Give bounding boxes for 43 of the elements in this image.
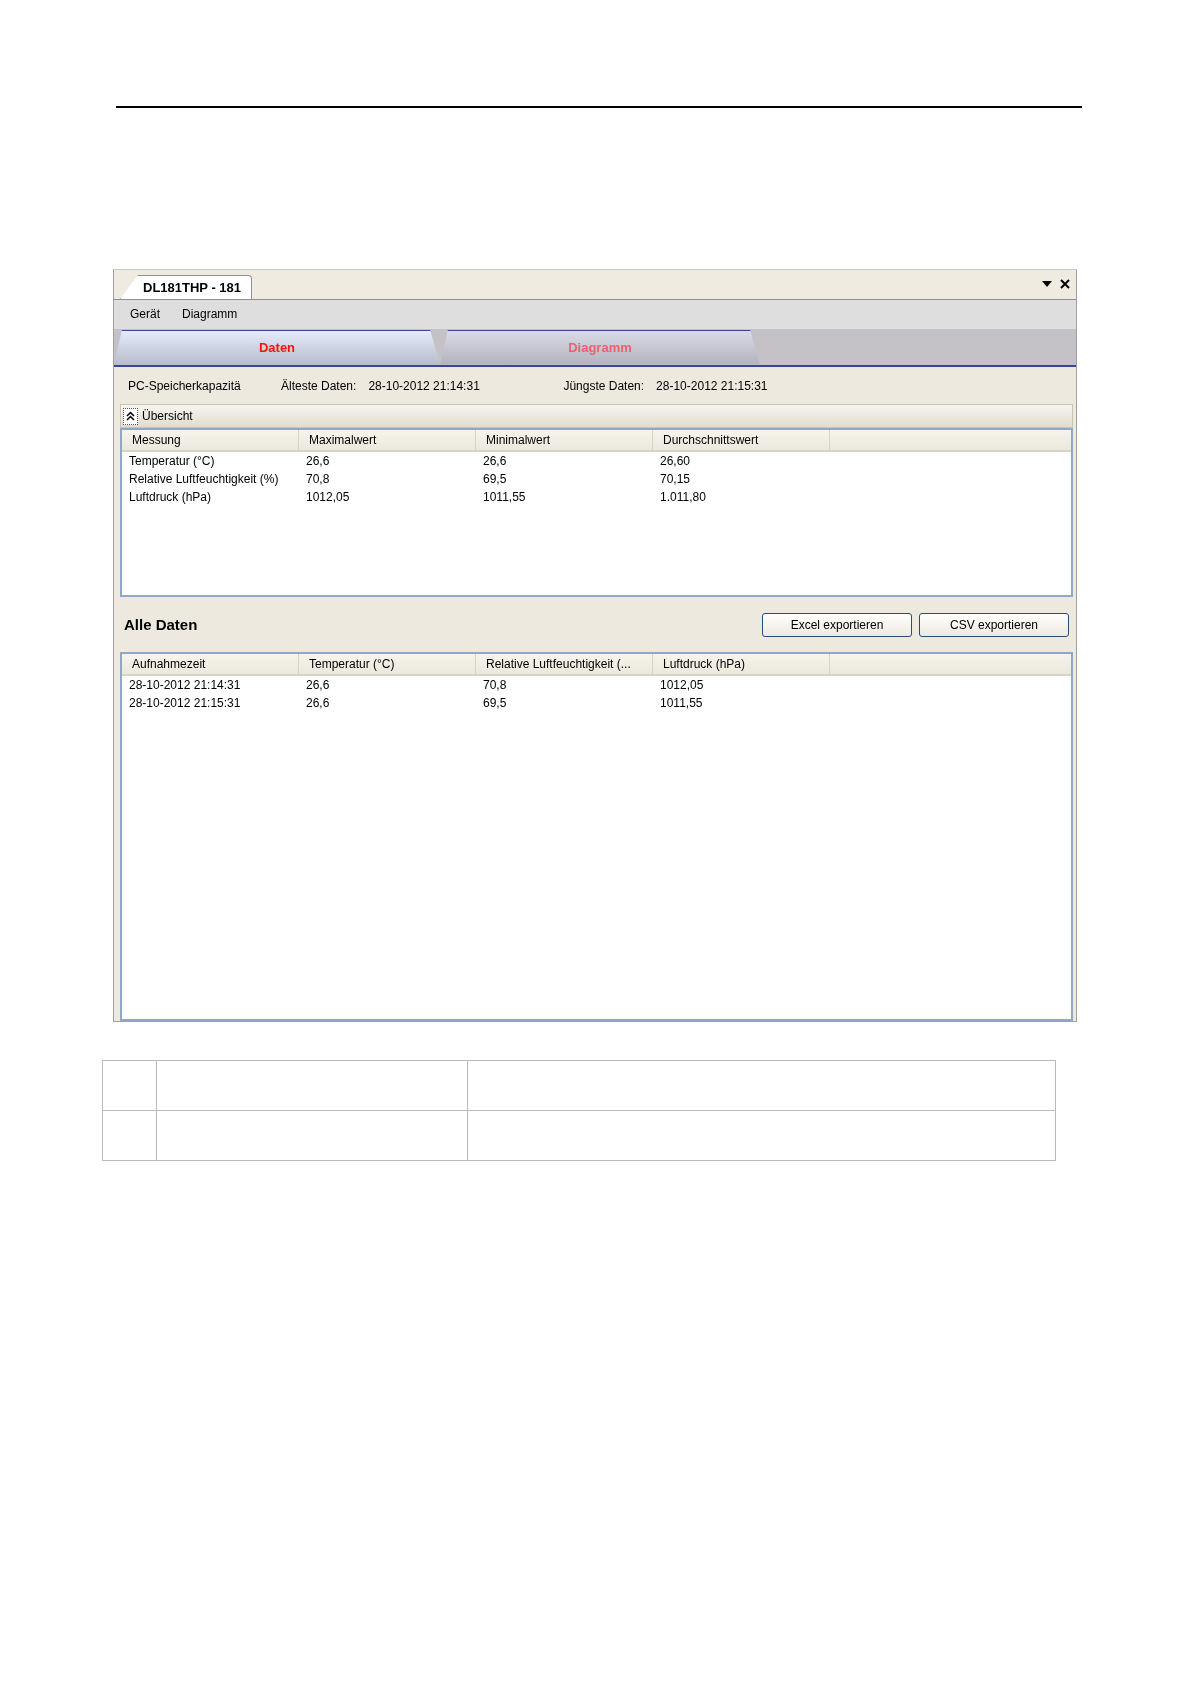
section-title: Alle Daten <box>124 616 198 634</box>
table-cell-text: 70,15 <box>659 471 692 489</box>
export-button[interactable]: Excel exportieren <box>762 612 912 637</box>
info-value: 28-10-2012 21:15:31 <box>656 378 768 393</box>
export-button[interactable]: CSV exportieren <box>919 612 1069 637</box>
table-cell-text: 28-10-2012 21:14:31 <box>128 677 242 695</box>
table-cell-text: 70,8 <box>482 677 508 695</box>
column-header[interactable]: Messung <box>122 430 299 451</box>
table-cell-text: 1011,55 <box>659 695 704 713</box>
column-header[interactable]: Maximalwert <box>299 430 476 451</box>
table-cell-text: 1.011,80 <box>659 489 707 507</box>
collapse-button[interactable] <box>123 407 138 425</box>
column-header[interactable]: Temperatur (°C) <box>299 654 476 675</box>
table-cell-text: 26,6 <box>305 695 331 713</box>
table-cell-text: 26,6 <box>305 677 331 695</box>
info-label: PC-Speicherkapazitä <box>128 378 242 393</box>
dropdown-icon[interactable] <box>1042 281 1052 288</box>
menu-item[interactable]: Diagramm <box>182 307 238 322</box>
column-header[interactable]: Luftdruck (hPa) <box>653 654 830 675</box>
menu-item[interactable]: Gerät <box>130 307 160 322</box>
table-cell-text: 26,6 <box>305 453 331 471</box>
table-cell-text: 1012,05 <box>659 677 705 695</box>
table-cell-text: 26,6 <box>482 453 508 471</box>
table-cell-text: 1011,55 <box>482 489 527 507</box>
close-icon[interactable] <box>1060 279 1070 290</box>
info-label: Älteste Daten: <box>281 378 357 393</box>
table-cell-text: 1012,05 <box>305 489 351 507</box>
column-header[interactable]: Minimalwert <box>476 430 653 451</box>
document-tab[interactable]: DL181THP - 181 <box>120 274 253 299</box>
table-cell-text: 26,60 <box>659 453 692 471</box>
column-header[interactable]: Relative Luftfeuchtigkeit (... <box>476 654 653 675</box>
table-cell-text: Luftdruck (hPa) <box>128 489 213 507</box>
column-header[interactable]: Durchschnittswert <box>653 430 830 451</box>
table-cell-text: Temperatur (°C) <box>128 453 216 471</box>
table-cell-text: 70,8 <box>305 471 331 489</box>
table-cell-text: Relative Luftfeuchtigkeit (%) <box>128 471 280 489</box>
section-title: Übersicht <box>142 409 193 424</box>
info-label: Jüngste Daten: <box>563 378 645 393</box>
info-value: 28-10-2012 21:14:31 <box>368 378 481 393</box>
table-cell-text: 28-10-2012 21:15:31 <box>128 695 242 713</box>
column-header[interactable]: Aufnahmezeit <box>122 654 299 675</box>
table-cell-text: 69,5 <box>482 471 508 489</box>
table-cell-text: 69,5 <box>482 695 508 713</box>
